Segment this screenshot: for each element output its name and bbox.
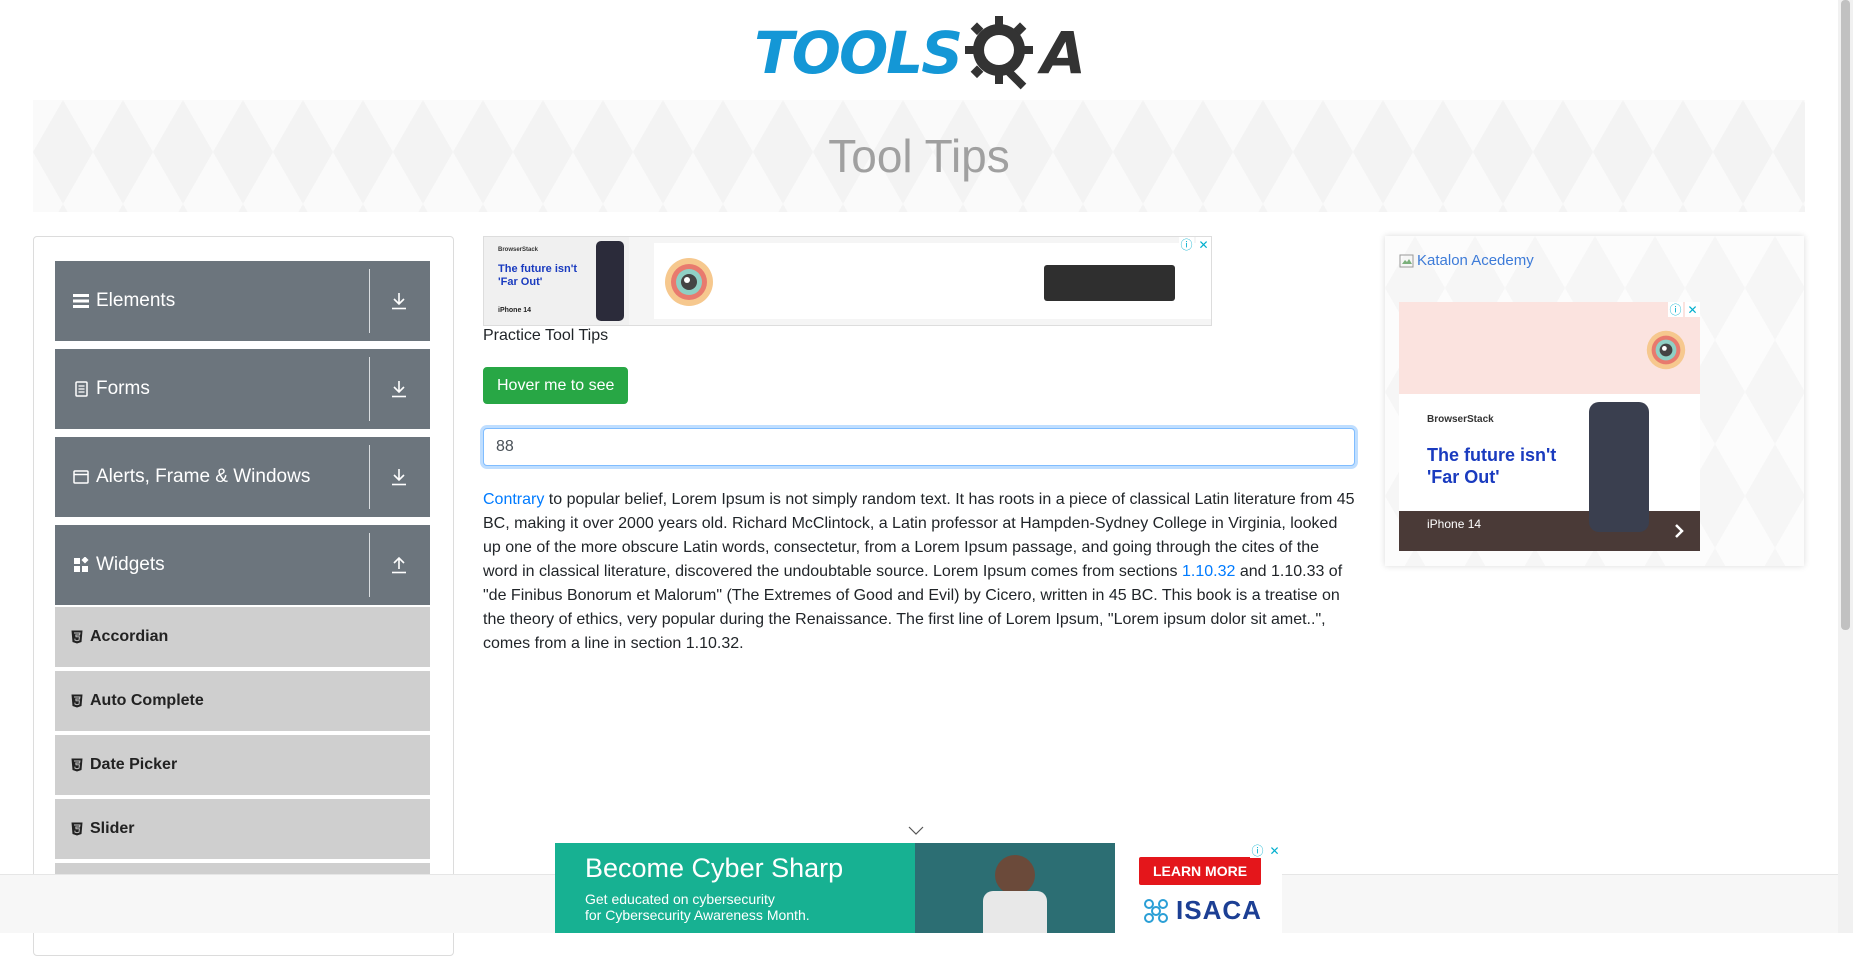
html5-icon bbox=[71, 822, 83, 836]
right-ad-panel: Katalon Acedemy BrowserStack The future … bbox=[1385, 236, 1804, 566]
contrary-link[interactable]: Contrary bbox=[483, 491, 544, 508]
ad-subtext-line2: for Cybersecurity Awareness Month. bbox=[585, 907, 810, 923]
html5-icon bbox=[71, 630, 83, 644]
browserstack-logo-icon bbox=[665, 258, 713, 306]
html5-icon bbox=[71, 694, 83, 708]
ad-banner-top[interactable]: BrowserStack The future isn't 'Far Out' … bbox=[483, 236, 1212, 326]
isaca-logo: ISACA bbox=[1142, 895, 1262, 926]
chevron-right-icon[interactable] bbox=[1674, 523, 1684, 539]
download-arrow-icon[interactable] bbox=[390, 467, 408, 487]
right-ad-creative[interactable]: BrowserStack The future isn't 'Far Out' … bbox=[1399, 302, 1700, 551]
scrollbar-thumb[interactable] bbox=[1841, 0, 1850, 630]
hover-me-button[interactable]: Hover me to see bbox=[483, 367, 629, 404]
logo-text: TOOLS bbox=[754, 19, 963, 87]
sidebar-group-elements[interactable]: Elements bbox=[55, 261, 430, 341]
logo-text-a: A bbox=[1041, 19, 1086, 87]
ad-top-strip bbox=[1399, 302, 1700, 394]
page-banner: Tool Tips bbox=[33, 100, 1805, 212]
phone-image bbox=[596, 241, 624, 321]
ad-panel bbox=[654, 243, 1211, 319]
ad-headline: The future isn't 'Far Out' bbox=[1427, 445, 1557, 487]
widgets-icon bbox=[72, 556, 90, 574]
ad-info-icon[interactable]: ⓘ bbox=[1250, 843, 1265, 858]
section-title: Practice Tool Tips bbox=[483, 327, 609, 344]
sidebar-item-slider[interactable]: Slider bbox=[55, 799, 430, 861]
sidebar-group-label: Elements bbox=[96, 290, 176, 311]
document-icon bbox=[72, 380, 90, 398]
ad-subtext: Get educated on cybersecurity for Cybers… bbox=[585, 891, 845, 923]
katalon-link-text: Katalon Acedemy bbox=[1417, 252, 1534, 269]
download-arrow-icon[interactable] bbox=[390, 379, 408, 399]
divider bbox=[369, 533, 370, 597]
divider bbox=[369, 269, 370, 333]
ad-creative: BrowserStack The future isn't 'Far Out' … bbox=[484, 237, 629, 325]
ad-close-icon[interactable]: ✕ bbox=[1267, 843, 1282, 858]
isaca-text: ISACA bbox=[1176, 895, 1262, 925]
phone-image bbox=[1589, 402, 1649, 532]
sidebar-group-forms[interactable]: Forms bbox=[55, 349, 430, 429]
ad-brand: BrowserStack bbox=[1427, 414, 1494, 425]
person-image bbox=[995, 855, 1035, 895]
tooltip-text-field[interactable] bbox=[483, 428, 1355, 466]
ad-brand: BrowserStack bbox=[498, 247, 539, 253]
ad-cta-button[interactable] bbox=[1044, 265, 1175, 301]
sidebar-item-label: Auto Complete bbox=[90, 692, 204, 709]
sidebar-group-widgets[interactable]: Widgets bbox=[55, 525, 430, 605]
learn-more-button[interactable]: LEARN MORE bbox=[1139, 857, 1261, 885]
sidebar-item-label: Accordian bbox=[90, 628, 169, 645]
upload-arrow-icon[interactable] bbox=[390, 555, 408, 575]
ad-product: iPhone 14 bbox=[498, 307, 532, 314]
ad-product: iPhone 14 bbox=[1427, 517, 1482, 531]
ad-controls: ⓘ ✕ bbox=[1250, 843, 1282, 858]
download-arrow-icon[interactable] bbox=[390, 291, 408, 311]
window-icon bbox=[72, 468, 90, 486]
ad-headline: The future isn't 'Far Out' bbox=[498, 263, 578, 288]
gear-q-icon bbox=[965, 16, 1033, 90]
ad-footer: iPhone 14 bbox=[1399, 511, 1700, 551]
ad-green-panel: Become Cyber Sharp Get educated on cyber… bbox=[555, 843, 1115, 933]
broken-image-icon bbox=[1399, 254, 1414, 267]
sidebar-item-auto-complete[interactable]: Auto Complete bbox=[55, 671, 430, 733]
page-scrollbar[interactable] bbox=[1838, 0, 1853, 933]
lorem-paragraph: Contrary to popular belief, Lorem Ipsum … bbox=[483, 488, 1355, 656]
sidebar-item-accordian[interactable]: Accordian bbox=[55, 607, 430, 669]
ad-close-icon[interactable]: ✕ bbox=[1685, 302, 1700, 317]
ad-controls: ⓘ ✕ bbox=[1668, 302, 1700, 317]
chevron-down-icon[interactable] bbox=[908, 826, 924, 836]
sidebar-group-alerts[interactable]: Alerts, Frame & Windows bbox=[55, 437, 430, 517]
ad-info-icon[interactable]: ⓘ bbox=[1668, 302, 1683, 317]
ad-info-icon[interactable]: ⓘ bbox=[1179, 237, 1194, 252]
ad-subtext-line1: Get educated on cybersecurity bbox=[585, 891, 775, 907]
sidebar-group-label: Widgets bbox=[96, 554, 165, 575]
sidebar-item-label: Date Picker bbox=[90, 756, 178, 773]
browserstack-logo-icon bbox=[1646, 330, 1686, 370]
sidebar-item-date-picker[interactable]: Date Picker bbox=[55, 735, 430, 797]
bottom-ad-banner[interactable]: Become Cyber Sharp Get educated on cyber… bbox=[555, 843, 1282, 933]
ad-close-icon[interactable]: ✕ bbox=[1196, 237, 1211, 252]
katalon-link[interactable]: Katalon Acedemy bbox=[1399, 252, 1534, 269]
hamburger-icon bbox=[72, 292, 90, 310]
sidebar-group-label: Alerts, Frame & Windows bbox=[96, 466, 311, 487]
sidebar: Elements Forms Alerts, Frame & Windows W… bbox=[33, 236, 454, 956]
toolsqa-logo[interactable]: TOOLS A bbox=[754, 14, 1086, 92]
divider bbox=[369, 357, 370, 421]
ad-photo bbox=[915, 843, 1115, 933]
ad-controls: ⓘ ✕ bbox=[1179, 237, 1211, 252]
sidebar-group-label: Forms bbox=[96, 378, 150, 399]
divider bbox=[369, 445, 370, 509]
person-body bbox=[983, 891, 1047, 933]
isaca-logo-icon bbox=[1144, 898, 1168, 923]
section-link[interactable]: 1.10.32 bbox=[1182, 563, 1235, 580]
ad-headline: Become Cyber Sharp bbox=[585, 853, 844, 883]
sidebar-item-label: Slider bbox=[90, 820, 135, 837]
header: TOOLS A bbox=[0, 14, 1838, 92]
page-title: Tool Tips bbox=[828, 130, 1010, 182]
html5-icon bbox=[71, 758, 83, 772]
